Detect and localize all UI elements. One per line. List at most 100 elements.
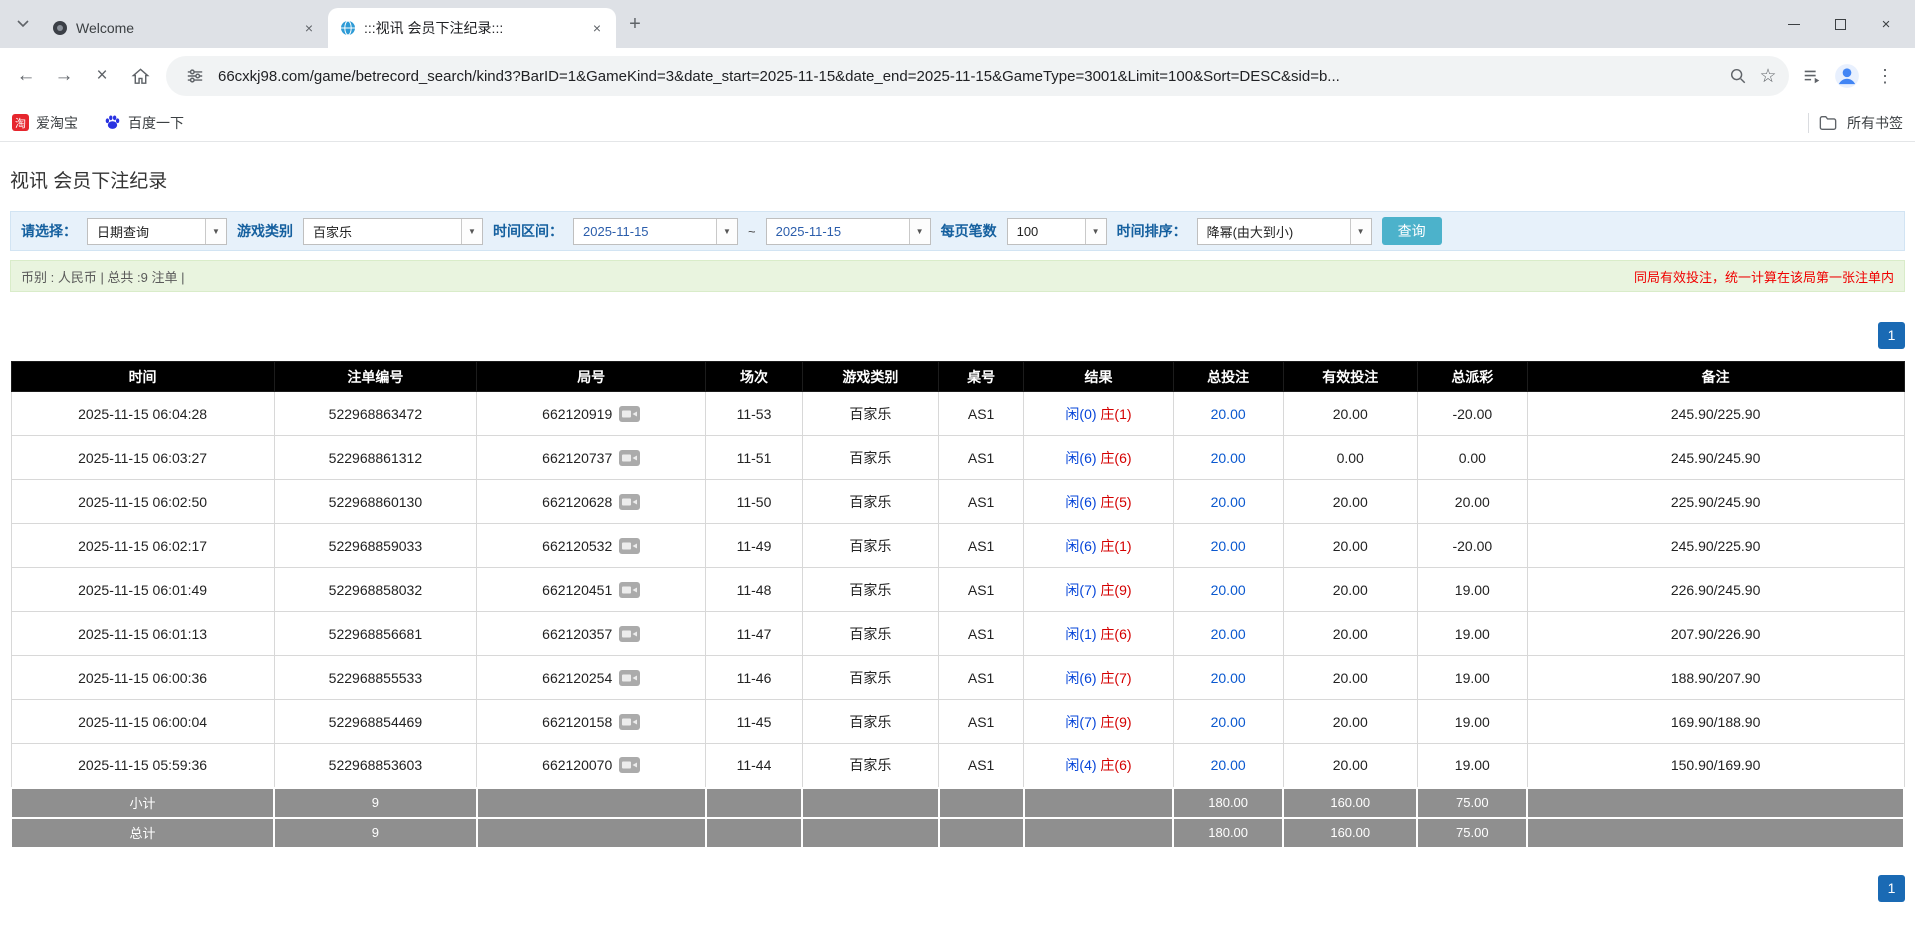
baidu-paw-icon [104, 114, 121, 131]
date-range-label: 时间区间： [493, 221, 563, 241]
cell-bet-id: 522968858032 [274, 568, 477, 612]
subtotal-row-cell: 小计 [11, 788, 274, 818]
total-bet-link[interactable]: 20.00 [1211, 757, 1246, 773]
bookmark-star-icon[interactable]: ☆ [1753, 61, 1783, 91]
maximize-button[interactable] [1817, 0, 1863, 48]
page-size-select[interactable]: 100 ▼ [1007, 218, 1107, 245]
cell-remark: 169.90/188.90 [1527, 700, 1904, 744]
result-banker: 庄(6) [1100, 450, 1131, 466]
total-bet-link[interactable]: 20.00 [1211, 538, 1246, 554]
page-1-button[interactable]: 1 [1878, 322, 1905, 349]
date-start-select[interactable]: 2025-11-15 ▼ [573, 218, 738, 245]
zoom-icon[interactable] [1723, 61, 1753, 91]
cell-remark: 226.90/245.90 [1527, 568, 1904, 612]
cell-table-no: AS1 [939, 568, 1024, 612]
total-bet-link[interactable]: 20.00 [1211, 714, 1246, 730]
round-number: 662120919 [542, 406, 612, 422]
cell-remark: 188.90/207.90 [1527, 656, 1904, 700]
total-bet-link[interactable]: 20.00 [1211, 582, 1246, 598]
new-tab-button[interactable]: + [620, 9, 650, 39]
total-bet-link[interactable]: 20.00 [1211, 494, 1246, 510]
media-controls-icon[interactable] [1797, 61, 1827, 91]
url-bar[interactable]: 66cxkj98.com/game/betrecord_search/kind3… [166, 56, 1789, 96]
subtotal-row: 小计9180.00160.0075.00 [11, 788, 1904, 818]
cell-round-id: 662120070 [477, 744, 706, 788]
tab-search-button[interactable] [8, 9, 38, 39]
video-replay-icon[interactable] [619, 538, 640, 554]
cell-valid-bet: 20.00 [1283, 392, 1417, 436]
bookmarks-bar: 淘 爱淘宝 百度一下 所有书签 [0, 104, 1915, 142]
tab-title: :::视讯 会员下注纪录::: [364, 18, 580, 38]
cell-game-type: 百家乐 [802, 436, 938, 480]
table-row: 2025-11-15 06:00:36522968855533662120254… [11, 656, 1904, 700]
cell-valid-bet: 20.00 [1283, 744, 1417, 788]
menu-icon[interactable]: ⋮ [1867, 58, 1903, 94]
back-button[interactable]: ← [8, 58, 44, 94]
cell-round-id: 662120532 [477, 524, 706, 568]
home-button[interactable] [122, 58, 158, 94]
video-replay-icon[interactable] [619, 714, 640, 730]
total-bet-link[interactable]: 20.00 [1211, 450, 1246, 466]
total-row-cell: 总计 [11, 818, 274, 848]
video-replay-icon[interactable] [619, 757, 640, 773]
cell-bet-id: 522968861312 [274, 436, 477, 480]
video-replay-icon[interactable] [619, 494, 640, 510]
video-replay-icon[interactable] [619, 406, 640, 422]
page-1-button[interactable]: 1 [1878, 875, 1905, 902]
cell-round-id: 662120451 [477, 568, 706, 612]
close-button[interactable]: × [1863, 0, 1909, 48]
forward-button[interactable]: → [46, 58, 82, 94]
table-row: 2025-11-15 06:01:13522968856681662120357… [11, 612, 1904, 656]
divider [1808, 113, 1809, 133]
video-replay-icon[interactable] [619, 450, 640, 466]
cell-payout: 19.00 [1417, 744, 1527, 788]
cell-payout: 19.00 [1417, 700, 1527, 744]
cell-game-type: 百家乐 [802, 612, 938, 656]
date-end-select[interactable]: 2025-11-15 ▼ [766, 218, 931, 245]
round-number: 662120357 [542, 626, 612, 642]
cell-game-type: 百家乐 [802, 700, 938, 744]
video-replay-icon[interactable] [619, 626, 640, 642]
cell-table-no: AS1 [939, 524, 1024, 568]
total-bet-link[interactable]: 20.00 [1211, 406, 1246, 422]
cell-total-bet: 20.00 [1173, 392, 1283, 436]
total-bet-link[interactable]: 20.00 [1211, 626, 1246, 642]
cell-result: 闲(6) 庄(5) [1024, 480, 1174, 524]
tab-close-icon[interactable]: × [300, 19, 318, 37]
tab-welcome[interactable]: Welcome × [40, 8, 328, 48]
cell-total-bet: 20.00 [1173, 700, 1283, 744]
welcome-tab-favicon [52, 20, 68, 36]
tab-betrecord[interactable]: :::视讯 会员下注纪录::: × [328, 8, 616, 48]
total-bet-link[interactable]: 20.00 [1211, 670, 1246, 686]
cell-result: 闲(6) 庄(6) [1024, 436, 1174, 480]
round-number: 662120070 [542, 757, 612, 773]
all-bookmarks[interactable]: 所有书签 [1808, 113, 1903, 133]
query-type-select[interactable]: 日期查询 ▼ [87, 218, 227, 245]
bookmark-taobao[interactable]: 淘 爱淘宝 [12, 113, 78, 133]
video-replay-icon[interactable] [619, 670, 640, 686]
cell-time: 2025-11-15 06:01:13 [11, 612, 274, 656]
cell-payout: 20.00 [1417, 480, 1527, 524]
table-body: 2025-11-15 06:04:28522968863472662120919… [11, 392, 1904, 788]
search-button[interactable]: 查询 [1382, 217, 1442, 245]
video-replay-icon[interactable] [619, 582, 640, 598]
game-type-select[interactable]: 百家乐 ▼ [303, 218, 483, 245]
result-player: 闲(6) [1065, 494, 1096, 510]
total-row-cell: 9 [274, 818, 477, 848]
tune-icon[interactable] [180, 61, 210, 91]
profile-avatar[interactable] [1833, 62, 1861, 90]
minimize-button[interactable] [1771, 0, 1817, 48]
total-row-cell: 160.00 [1283, 818, 1417, 848]
column-header: 有效投注 [1283, 362, 1417, 392]
stop-button[interactable]: × [84, 58, 120, 94]
cell-time: 2025-11-15 06:01:49 [11, 568, 274, 612]
subtotal-row-cell [477, 788, 706, 818]
tab-close-icon[interactable]: × [588, 19, 606, 37]
subtotal-row-cell [706, 788, 803, 818]
url-text[interactable]: 66cxkj98.com/game/betrecord_search/kind3… [218, 68, 1713, 85]
cell-table-no: AS1 [939, 480, 1024, 524]
sort-select[interactable]: 降幂(由大到小) ▼ [1197, 218, 1372, 245]
cell-round-id: 662120254 [477, 656, 706, 700]
bookmark-baidu[interactable]: 百度一下 [104, 113, 184, 133]
subtotal-row-cell [1024, 788, 1174, 818]
